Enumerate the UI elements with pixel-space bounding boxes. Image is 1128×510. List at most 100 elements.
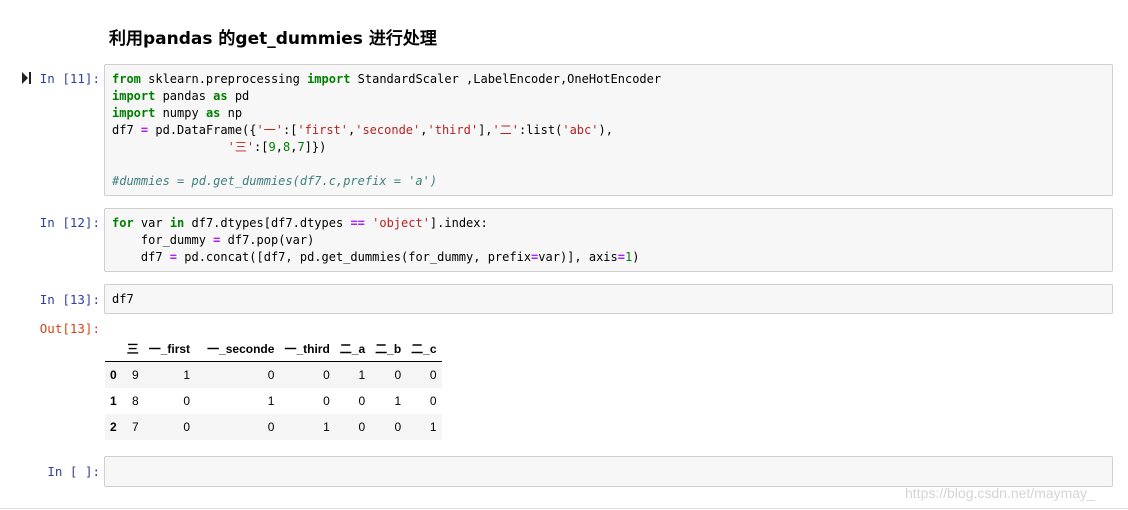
table-cell: 0	[183, 394, 191, 408]
dataframe-output: 三 一_first 一_seconde 一_third 二_a 二_b 二_c …	[105, 335, 442, 440]
code-token: var)], axis	[538, 250, 618, 264]
table-cell: 0	[323, 368, 330, 382]
table-cell: 8	[132, 394, 139, 408]
code-token: ]})	[304, 140, 327, 154]
string-literal: '一'	[256, 123, 283, 137]
table-cell: 1	[267, 394, 275, 408]
table-cell: 0	[267, 420, 275, 434]
code-comment: #dummies = pd.get_dummies(df7.c,prefix =…	[112, 174, 438, 188]
code-token: ],	[478, 123, 493, 137]
table-cell: 1	[394, 394, 402, 408]
code-token: ,	[275, 140, 283, 154]
row-index: 0	[110, 368, 117, 382]
table-row: 2 7 0 0 1 0 0 1	[105, 414, 442, 440]
code-token: pd.concat([df7, pd.get_dummies(for_dummy…	[177, 250, 532, 264]
code-token: df7	[112, 123, 141, 137]
code-token: :list(	[518, 123, 563, 137]
kw-import: import	[112, 106, 156, 120]
section-heading: 利用pandas 的get_dummies 进行处理	[109, 29, 437, 49]
cell-prompt-11: In [11]:	[39, 71, 100, 86]
code-token: df7	[112, 250, 170, 264]
code-token: df7.pop(var)	[220, 233, 315, 247]
column-header: 一_seconde	[195, 335, 280, 362]
table-cell: 0	[394, 368, 402, 382]
code-token: )	[632, 250, 640, 264]
table-cell: 0	[358, 420, 366, 434]
code-token: ,	[420, 123, 428, 137]
column-header: 一_first	[143, 335, 196, 362]
table-cell: 1	[323, 420, 330, 434]
kw-in: in	[169, 216, 185, 230]
empty-code-cell[interactable]	[104, 456, 1113, 487]
table-cell: 1	[183, 368, 191, 382]
number-literal: 7	[297, 140, 305, 154]
code-token: numpy	[155, 106, 206, 120]
watermark-text: https://blog.csdn.net/maymay_	[905, 485, 1095, 501]
table-cell: 0	[394, 420, 402, 434]
code-token: df7.dtypes[df7.dtypes	[184, 216, 351, 230]
code-text[interactable]: df7	[112, 291, 134, 308]
table-cell: 1	[429, 420, 437, 434]
operator: =	[617, 250, 625, 264]
code-text[interactable]: for var in df7.dtypes[df7.dtypes == 'obj…	[112, 215, 639, 266]
table-cell: 0	[267, 368, 275, 382]
cell-prompt-13: In [13]:	[39, 292, 100, 307]
code-cell-13[interactable]: df7	[104, 284, 1113, 314]
table-cell: 1	[358, 368, 366, 382]
code-cell-11[interactable]: from sklearn.preprocessing import Standa…	[104, 64, 1113, 196]
table-cell: 7	[132, 420, 139, 434]
cell-prompt-12: In [12]:	[39, 215, 100, 230]
cell-prompt-empty: In [ ]:	[47, 464, 100, 479]
kw-from: from	[112, 72, 141, 86]
table-cell: 0	[323, 394, 330, 408]
index-header	[105, 335, 122, 362]
code-token: pd.DataFrame({	[148, 123, 257, 137]
kw-import: import	[307, 72, 351, 86]
operator: ==	[350, 216, 365, 230]
table-cell: 0	[183, 420, 191, 434]
code-cell-12[interactable]: for var in df7.dtypes[df7.dtypes == 'obj…	[104, 208, 1113, 272]
string-literal: 'third'	[427, 123, 479, 137]
string-literal: 'object'	[372, 216, 430, 230]
code-token: pd	[227, 89, 250, 103]
table-cell: 0	[358, 394, 366, 408]
output-prompt-13: Out[13]:	[39, 321, 100, 336]
code-token: ].index:	[429, 216, 488, 230]
table-cell: 0	[429, 368, 437, 382]
column-header: 二_b	[370, 335, 407, 362]
code-token: var	[133, 216, 170, 230]
column-header: 二_a	[334, 335, 371, 362]
code-token: ),	[598, 123, 613, 137]
operator: =	[169, 250, 178, 264]
code-token: :[	[282, 123, 298, 137]
code-token: :[	[254, 140, 269, 154]
table-row: 1 8 0 1 0 0 1 0	[105, 388, 442, 414]
string-literal: '三'	[227, 140, 255, 154]
string-literal: '二'	[492, 123, 519, 137]
table-header-row: 三 一_first 一_seconde 一_third 二_a 二_b 二_c	[105, 335, 442, 362]
string-literal: 'seconde'	[355, 123, 421, 137]
number-literal: 9	[268, 140, 276, 154]
column-header: 一_third	[279, 335, 335, 362]
code-token: StandardScaler ,LabelEncoder,OneHotEncod…	[350, 72, 662, 86]
code-token: for_dummy	[112, 233, 214, 247]
table-cell: 0	[429, 394, 437, 408]
string-literal: 'first'	[297, 123, 348, 137]
table-row: 0 9 1 0 0 1 0 0	[105, 361, 442, 388]
column-header: 三	[121, 335, 144, 362]
column-header: 二_c	[406, 335, 442, 362]
kw-as: as	[213, 89, 228, 103]
row-index: 2	[110, 420, 117, 434]
code-token: pandas	[155, 89, 214, 103]
code-token: sklearn.preprocessing	[140, 72, 308, 86]
table-cell: 9	[132, 368, 139, 382]
kw-for: for	[112, 216, 134, 230]
code-text[interactable]: from sklearn.preprocessing import Standa…	[112, 71, 661, 190]
kw-import: import	[112, 89, 156, 103]
kw-as: as	[205, 106, 221, 120]
string-literal: 'abc'	[562, 123, 599, 137]
bottom-divider	[0, 508, 1128, 509]
code-token: np	[220, 106, 243, 120]
row-index: 1	[110, 394, 117, 408]
